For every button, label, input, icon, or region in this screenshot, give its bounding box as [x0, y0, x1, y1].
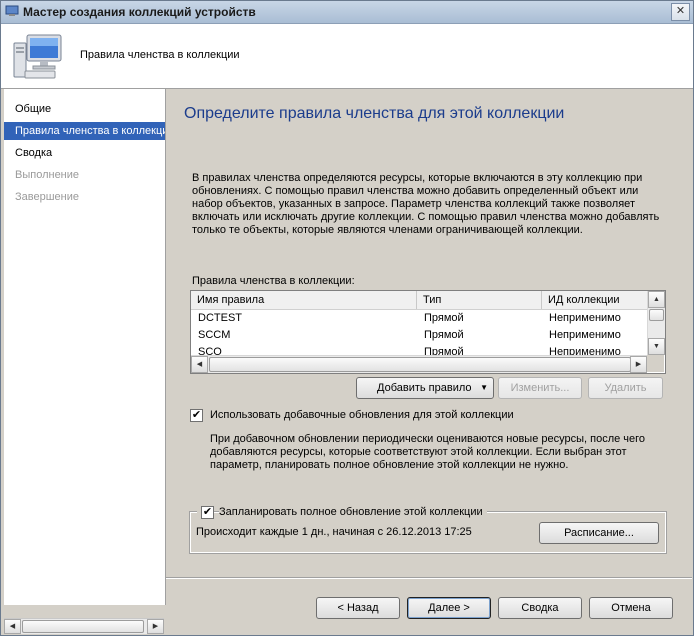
nav-item-summary[interactable]: Сводка: [4, 144, 165, 162]
close-button[interactable]: ✕: [671, 3, 690, 21]
computer-icon: [13, 34, 62, 79]
scroll-left-button[interactable]: ◀: [4, 619, 21, 634]
vertical-scroll-thumb[interactable]: [649, 309, 664, 321]
wizard-header: Правила членства в коллекции: [1, 24, 693, 89]
help-line: При добавочном обновлении периодически о…: [210, 433, 646, 445]
description-line: только те объекты, которые являются член…: [192, 224, 583, 236]
computer-icon: [5, 5, 19, 16]
title-bar[interactable]: Мастер создания коллекций устройств ✕: [1, 1, 693, 24]
triangle-right-icon: ▶: [152, 623, 159, 630]
cell-rule-name: DCTEST: [198, 312, 242, 324]
scroll-right-button[interactable]: ▶: [630, 356, 647, 373]
triangle-up-icon: ▲: [653, 296, 660, 303]
wizard-window: Мастер создания коллекций устройств ✕ Пр…: [0, 0, 694, 636]
close-icon: ✕: [675, 5, 686, 17]
help-line: параметр, планировать полное обновление …: [210, 459, 569, 471]
wizard-nav: Общие Правила членства в коллекции Сводк…: [4, 89, 166, 605]
back-button[interactable]: < Назад: [316, 597, 400, 619]
add-rule-button[interactable]: Добавить правило ▼: [356, 377, 494, 399]
vertical-scrollbar[interactable]: ▲ ▼: [647, 291, 665, 355]
triangle-left-icon: ◀: [9, 623, 16, 630]
next-button[interactable]: Далее >: [407, 597, 491, 619]
schedule-button[interactable]: Расписание...: [539, 522, 659, 544]
window-title: Мастер создания коллекций устройств: [23, 5, 256, 19]
nav-item-completion: Завершение: [15, 191, 79, 203]
footer-separator: [166, 577, 692, 579]
nav-scroll-thumb[interactable]: [22, 620, 144, 633]
triangle-down-icon: ▼: [653, 343, 660, 350]
cancel-button[interactable]: Отмена: [589, 597, 673, 619]
page-title: Определите правила членства для этой кол…: [184, 105, 565, 122]
table-row[interactable]: DCTEST Прямой Неприменимо: [191, 310, 647, 327]
checkmark-icon: ✔: [202, 506, 213, 518]
cell-type: Прямой: [424, 312, 464, 324]
full-update-label[interactable]: Запланировать полное обновление этой кол…: [219, 506, 487, 518]
scroll-up-button[interactable]: ▲: [648, 291, 665, 308]
horizontal-scroll-thumb[interactable]: [209, 357, 631, 372]
help-line: добавляются ресурсы, которые соответству…: [210, 446, 627, 458]
cell-collection-id: Неприменимо: [549, 329, 621, 341]
nav-item-general[interactable]: Общие: [4, 100, 165, 118]
triangle-left-icon: ◀: [196, 361, 203, 368]
dropdown-arrow-icon: ▼: [480, 383, 488, 392]
description-line: включать или исключать другие коллекции.…: [192, 211, 660, 223]
description-line: обновлениях. С помощью правил членства м…: [192, 185, 639, 197]
scroll-down-button[interactable]: ▼: [648, 338, 665, 355]
nav-horizontal-scrollbar[interactable]: ◀ ▶: [4, 618, 164, 634]
table-row[interactable]: SCCM Прямой Неприменимо: [191, 327, 647, 344]
cell-rule-name: SCCM: [198, 329, 231, 341]
header-subtitle: Правила членства в коллекции: [80, 49, 240, 61]
description-line: В правилах членства определяются ресурсы…: [192, 172, 643, 184]
incremental-update-help: При добавочном обновлении периодически о…: [210, 433, 670, 472]
add-rule-label: Добавить правило: [377, 382, 472, 394]
scroll-left-button[interactable]: ◀: [191, 356, 208, 373]
delete-rule-button[interactable]: Удалить: [588, 377, 663, 399]
triangle-right-icon: ▶: [635, 361, 642, 368]
cell-type: Прямой: [424, 329, 464, 341]
description-line: набор объектов, указанных в запросе. Пар…: [192, 198, 635, 210]
checkmark-icon: ✔: [191, 409, 202, 421]
incremental-update-checkbox[interactable]: ✔: [190, 409, 203, 422]
rules-list[interactable]: Имя правила Тип ИД коллекции DCTEST Прям…: [190, 290, 666, 374]
description: В правилах членства определяются ресурсы…: [192, 172, 672, 237]
nav-item-progress: Выполнение: [15, 169, 80, 181]
scroll-right-button[interactable]: ▶: [147, 619, 164, 634]
rules-list-label: Правила членства в коллекции:: [192, 275, 355, 287]
full-update-checkbox[interactable]: ✔: [201, 506, 214, 519]
edit-rule-button[interactable]: Изменить...: [498, 377, 582, 399]
incremental-update-label[interactable]: Использовать добавочные обновления для э…: [210, 409, 514, 421]
summary-button[interactable]: Сводка: [498, 597, 582, 619]
horizontal-scrollbar[interactable]: ◀ ▶: [191, 355, 647, 373]
list-header: Имя правила Тип ИД коллекции: [191, 291, 647, 310]
column-header-collection-id[interactable]: ИД коллекции: [542, 291, 647, 309]
scroll-corner: [647, 355, 664, 372]
full-update-group-caption: ✔ Запланировать полное обновление этой к…: [197, 505, 487, 519]
column-header-rule-name[interactable]: Имя правила: [191, 291, 417, 309]
nav-item-membership-rules[interactable]: Правила членства в коллекции: [4, 122, 165, 140]
schedule-text: Происходит каждые 1 дн., начиная с 26.12…: [196, 526, 472, 538]
cell-collection-id: Неприменимо: [549, 312, 621, 324]
column-header-type[interactable]: Тип: [417, 291, 542, 309]
